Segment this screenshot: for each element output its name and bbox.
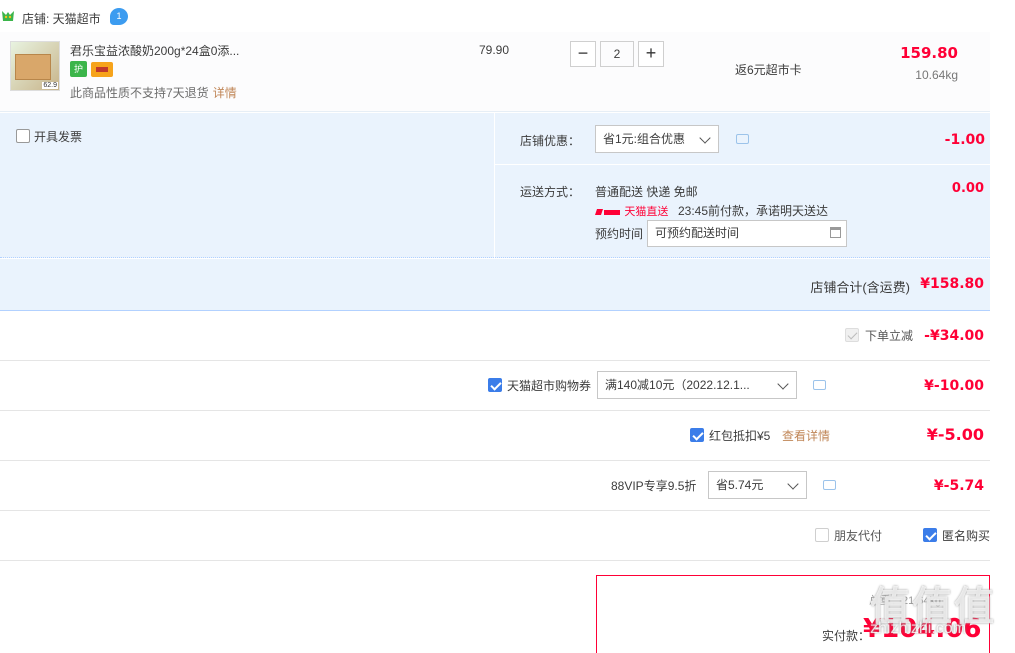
chevron-down-icon [787,478,799,490]
shipping-label: 运送方式： [520,185,581,199]
coupon-row: 天猫超市购物券 满140减10元（2022.12.1... ¥-10.00 [0,361,990,411]
shop-total-row: 店铺合计(含运费) ¥158.80 [0,259,990,311]
red-packet-row: 红包抵扣¥5 查看详情 ¥-5.00 [0,411,990,461]
product-thumbnail[interactable]: 62.9 [10,41,60,91]
unit-price: 79.90 [479,43,510,57]
tmall-express-icon [595,208,620,215]
item-weight: 10.64kg [915,68,958,82]
coupon-amount: ¥-10.00 [924,378,984,394]
shipping-amount: 0.00 [951,181,984,196]
rebate-text: 返6元超市卡 [735,63,802,77]
vip-discount-amount: ¥-5.74 [933,478,984,494]
vip-discount-label: 88VIP专享9.5折 [611,479,697,493]
shop-discount-select[interactable]: 省1元:组合优惠 [595,125,719,153]
quantity-stepper: − 2 + [570,41,666,69]
watermark-url: zhizhizhi.com [870,620,967,637]
quantity-minus-button[interactable]: − [570,41,596,67]
coupon-select-value: 满140减10元（2022.12.1... [605,378,750,392]
order-options-panel: 开具发票 店铺优惠： 省1元:组合优惠 -1.00 运送方式： 普通配送 快递 … [0,113,991,258]
no-return-text: 此商品性质不支持7天退货 [70,86,209,100]
tmall-express-tag: 天猫直送 [595,203,669,218]
product-title[interactable]: 君乐宝益浓酸奶200g*24盒0添... [70,42,239,59]
coupon-label[interactable]: 天猫超市购物券 [507,377,591,394]
quantity-plus-button[interactable]: + [638,41,664,67]
shop-discount-row: 店铺优惠： 省1元:组合优惠 -1.00 [495,113,991,165]
anonymous-label[interactable]: 匿名购买 [942,527,990,544]
instant-discount-row: 下单立减 -¥34.00 [0,311,990,361]
invoice-label[interactable]: 开具发票 [34,128,82,145]
appointment-placeholder: 可预约配送时间 [655,226,740,240]
item-subtotal: 159.80 [900,44,958,62]
shop-total-amount: ¥158.80 [920,276,984,292]
chevron-down-icon [777,378,789,390]
instant-discount-checkbox [845,328,859,342]
tmall-express-label: 天猫直送 [624,206,669,218]
comment-icon[interactable] [823,480,836,490]
service-badge-icon: 护 [70,61,87,77]
red-packet-checkbox[interactable] [690,428,704,442]
vip-discount-select[interactable]: 省5.74元 [708,471,807,499]
shop-discount-amount: -1.00 [944,132,985,148]
thumbnail-price-tag: 62.9 [42,82,58,89]
shop-total-label: 店铺合计(含运费) [810,280,910,295]
red-packet-detail-link[interactable]: 查看详情 [782,427,830,444]
card-badge-icon [91,62,113,77]
no-return-note: 此商品性质不支持7天退货 详情 [70,84,237,101]
coupon-checkbox[interactable] [488,378,502,392]
comment-icon[interactable] [813,380,826,390]
friend-pay-label[interactable]: 朋友代付 [834,527,882,544]
order-right-column: 店铺优惠： 省1元:组合优惠 -1.00 运送方式： 普通配送 快递 免邮 0.… [494,113,991,258]
friend-pay-checkbox[interactable] [815,528,829,542]
product-box-image [15,54,51,80]
tmall-logo-icon [1,10,15,22]
payment-options-row: 朋友代付 匿名购买 [0,511,990,561]
quantity-input[interactable]: 2 [600,41,634,67]
invoice-checkbox[interactable] [16,129,30,143]
shop-discount-select-value: 省1元:组合优惠 [603,132,686,146]
shop-header: 店铺: 天猫超市 1 [0,4,1015,30]
appointment-label: 预约时间 [595,227,644,241]
shipping-method: 普通配送 快递 免邮 [595,185,698,199]
vip-discount-select-value: 省5.74元 [716,478,764,492]
anonymous-checkbox[interactable] [923,528,937,542]
appointment-time-input[interactable]: 可预约配送时间 [647,220,847,247]
delivery-promise: 23:45前付款，承诺明天送达 [678,204,829,218]
red-packet-label[interactable]: 红包抵扣¥5 [709,427,770,444]
chevron-down-icon [699,132,711,144]
cart-item-row: 62.9 君乐宝益浓酸奶200g*24盒0添... 护 此商品性质不支持7天退货… [0,32,990,112]
instant-discount-amount: -¥34.00 [924,328,984,344]
shop-name[interactable]: 店铺: 天猫超市 [22,10,101,27]
shop-discount-label: 店铺优惠： [520,134,581,148]
vip-discount-row: 88VIP专享9.5折 省5.74元 ¥-5.74 [0,461,990,511]
comment-icon[interactable] [736,134,749,144]
instant-discount-label: 下单立减 [865,329,914,343]
red-packet-amount: ¥-5.00 [926,425,984,444]
calendar-icon[interactable] [830,227,841,238]
detail-link[interactable]: 详情 [213,86,237,100]
chat-wangwang-icon[interactable]: 1 [110,8,128,25]
coupon-select[interactable]: 满140减10元（2022.12.1... [597,371,797,399]
